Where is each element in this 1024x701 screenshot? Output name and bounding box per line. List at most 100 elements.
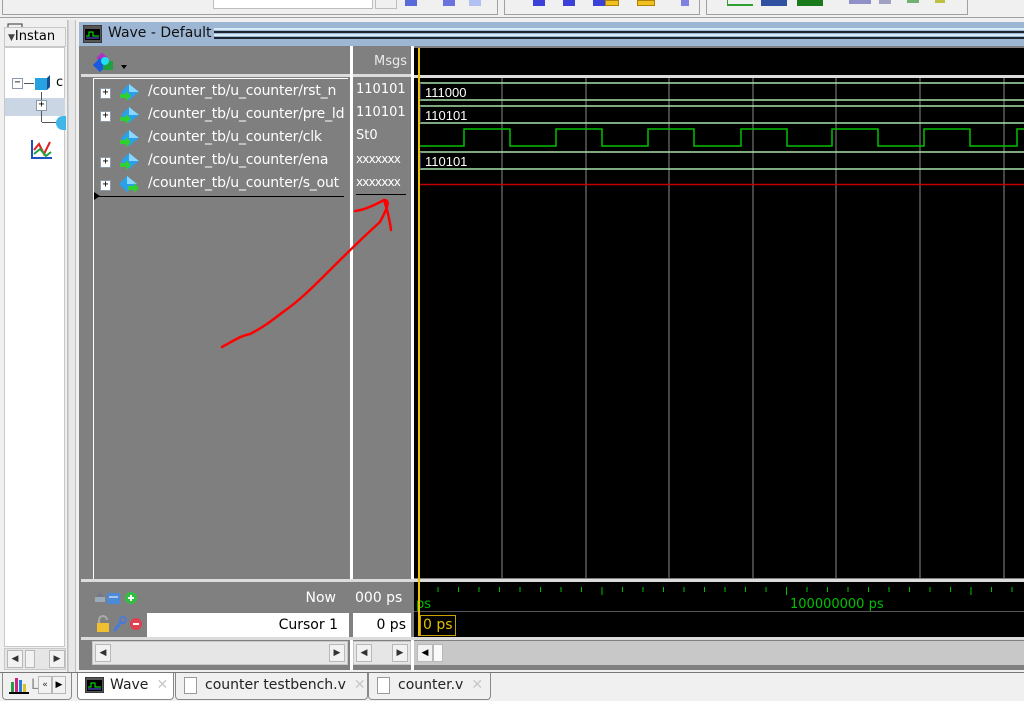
signal-value: xxxxxxx <box>356 175 401 189</box>
sort-arrow-icon: ▼ <box>8 33 15 43</box>
toolbar-group-1 <box>2 0 498 15</box>
toolbar-blue-icon[interactable] <box>469 0 481 6</box>
close-tab-icon[interactable]: ✕ <box>471 677 483 693</box>
input-port-icon <box>120 107 139 124</box>
wave-header-band <box>414 48 1024 75</box>
expand-icon[interactable]: + <box>100 180 111 191</box>
tab-label: counter.v <box>398 677 464 693</box>
expand-icon[interactable]: + <box>100 88 111 99</box>
delete-cursor-icon <box>130 618 142 630</box>
toolbar-blue-icon[interactable] <box>405 0 417 6</box>
waveform-canvas[interactable]: 111000 110101 110101 <box>414 48 1024 578</box>
scroll-left-button[interactable]: ◀ <box>356 644 372 662</box>
cursor-label[interactable]: Cursor 1 <box>250 617 338 633</box>
module-icon[interactable] <box>33 74 51 92</box>
edge-prev-icon[interactable] <box>935 0 945 3</box>
main-toolbar <box>0 0 1024 18</box>
expand-icon[interactable]: + <box>100 157 111 168</box>
wave-window-title: Wave - Default <box>108 25 212 41</box>
instance-hscrollbar[interactable]: ◀ ▶ <box>4 648 66 670</box>
signal-filter-icon[interactable] <box>93 52 129 74</box>
collapse-icon[interactable]: − <box>12 78 23 89</box>
toolbar-search-field[interactable] <box>213 0 373 9</box>
edge-next-icon[interactable] <box>907 0 919 3</box>
input-port-icon <box>120 130 139 147</box>
scroll-right-button[interactable]: ▶ <box>392 644 408 662</box>
tab-counter[interactable]: counter.v ✕ <box>368 673 491 700</box>
cursor-value: 0 ps <box>376 617 406 633</box>
signal-name-list: + /counter_tb/u_counter/rst_n + /counter… <box>93 78 348 580</box>
tab-scroll-right-button[interactable]: ▶ <box>52 676 66 694</box>
msgs-column-header: Msgs <box>373 54 407 69</box>
signal-row-pre-ld[interactable]: + /counter_tb/u_counter/pre_ld <box>94 104 344 127</box>
signal-value: St0 <box>356 128 378 143</box>
cursor-line[interactable] <box>418 48 420 636</box>
step-out-icon[interactable] <box>593 0 605 6</box>
yellow-boxes-icon[interactable] <box>637 0 655 6</box>
ruler-mid-label: 100000000 ps <box>790 597 884 612</box>
scroll-thumb[interactable] <box>25 650 35 668</box>
expand-icon[interactable]: + <box>100 111 111 122</box>
wave-object-icon[interactable] <box>30 138 54 160</box>
document-icon <box>377 676 390 694</box>
signal-row-clk[interactable]: /counter_tb/u_counter/clk <box>94 127 344 150</box>
signal-row-s-out[interactable]: + /counter_tb/u_counter/s_out <box>94 173 344 196</box>
panel-splitter[interactable] <box>68 20 76 672</box>
close-tab-icon[interactable]: ✕ <box>354 677 366 693</box>
signal-row-rst-n[interactable]: + /counter_tb/u_counter/rst_n <box>94 81 344 104</box>
scroll-left-button[interactable]: ◀ <box>7 650 23 668</box>
edge-icon[interactable] <box>879 0 891 4</box>
toolbar-arrow-icon[interactable] <box>681 0 689 6</box>
expand-icon[interactable]: + <box>36 100 47 111</box>
step-icon[interactable] <box>533 0 545 6</box>
tab-counter-testbench[interactable]: counter testbench.v ✕ <box>175 673 368 700</box>
values-hscrollbar[interactable]: ◀ ▶ <box>353 641 411 665</box>
expand-icon[interactable] <box>849 0 871 4</box>
scroll-thumb[interactable] <box>433 644 443 662</box>
time-ruler-ticks <box>437 587 1013 595</box>
step-over-icon[interactable] <box>563 0 575 6</box>
toolbar-group-2 <box>504 0 700 15</box>
signal-row-ena[interactable]: + /counter_tb/u_counter/ena <box>94 150 344 173</box>
add-cursor-icon <box>125 592 137 604</box>
names-hscrollbar[interactable]: ◀ ▶ <box>92 641 348 665</box>
instance-column-header[interactable]: ▼Instan <box>4 27 66 47</box>
scroll-divider <box>81 637 1024 640</box>
wave-header-divider <box>414 75 1024 78</box>
cursor-1-tag[interactable]: 0 ps <box>420 615 456 636</box>
tree-item-label[interactable]: c <box>56 75 63 90</box>
wave-zoom-full-icon[interactable] <box>761 0 787 6</box>
scroll-left-button[interactable]: ◀ <box>95 644 111 662</box>
bus-value-label: 110101 <box>425 154 467 169</box>
instance-header-label: Instan <box>14 29 56 44</box>
input-port-icon <box>120 153 139 170</box>
name-value-splitter[interactable] <box>350 46 353 670</box>
insertion-marker <box>96 196 344 197</box>
wave-hscrollbar[interactable]: ◀ <box>414 641 1024 665</box>
add-wave-icon <box>107 593 120 604</box>
wave-window-titlebar[interactable]: Wave - Default <box>79 22 1024 46</box>
clock-wave <box>420 128 1024 147</box>
yellow-box-icon[interactable] <box>605 0 619 6</box>
wave-zoom-in-icon[interactable] <box>797 0 823 6</box>
title-grip <box>214 37 1024 39</box>
tab-wave[interactable]: Wave ✕ <box>77 673 174 700</box>
wrench-icon <box>112 616 127 632</box>
value-insertion-marker <box>356 194 406 195</box>
wave-zoom-icon[interactable] <box>727 0 753 6</box>
now-toolbar-icons <box>95 592 137 604</box>
toolbar-blue-icon[interactable] <box>443 0 455 6</box>
tree-selection <box>5 98 65 116</box>
header-divider <box>353 74 411 77</box>
signal-name: /counter_tb/u_counter/clk <box>148 129 322 145</box>
scroll-left-button[interactable]: ◀ <box>417 644 433 662</box>
tree-line <box>42 122 56 123</box>
toolbar-dropdown-button[interactable] <box>375 0 397 9</box>
signal-value: xxxxxxx <box>356 152 401 166</box>
wave-icon <box>84 676 105 694</box>
scroll-right-button[interactable]: ▶ <box>329 644 345 662</box>
tab-scroll-left-button[interactable]: « <box>38 676 52 694</box>
scroll-right-button[interactable]: ▶ <box>49 650 65 668</box>
close-tab-icon[interactable]: ✕ <box>156 677 168 693</box>
process-icon[interactable] <box>56 116 66 130</box>
